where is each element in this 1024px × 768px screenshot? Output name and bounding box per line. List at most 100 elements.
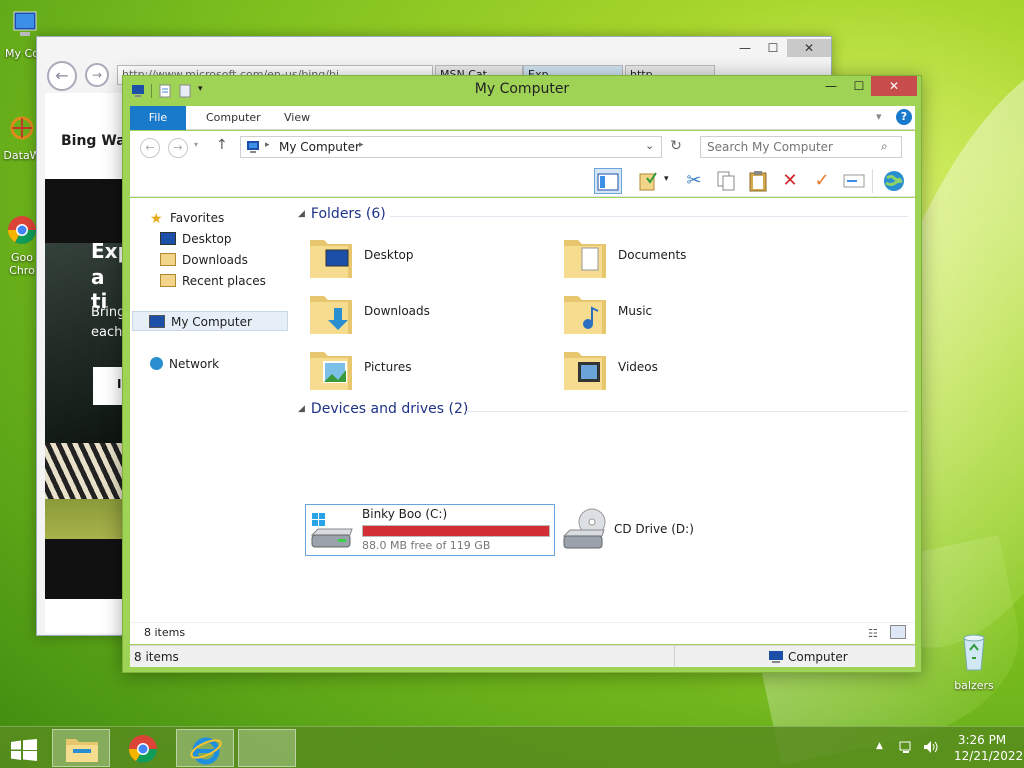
back-button[interactable]: ← <box>140 138 160 158</box>
help-icon[interactable]: ? <box>896 109 912 125</box>
chevron-down-icon[interactable]: ▾ <box>664 174 669 184</box>
preview-pane-button[interactable] <box>594 168 622 194</box>
ie-zebra-image <box>45 443 127 539</box>
breadcrumb-chevron-icon[interactable]: ▸ <box>359 140 364 150</box>
scissors-icon: ✂ <box>686 170 702 191</box>
group-header-folders[interactable]: ◢ Folders (6) <box>298 206 386 222</box>
nav-label: Downloads <box>182 253 248 267</box>
rename-button[interactable] <box>840 168 868 194</box>
volume-icon[interactable] <box>922 739 940 768</box>
close-button[interactable]: ✕ <box>871 76 917 96</box>
nav-my-computer[interactable]: My Computer <box>132 311 288 331</box>
address-toolbar: ← → ▾ ↑ ▸ My Computer ▸ ⌄ ↻ ⌕ <box>130 131 915 165</box>
computer-icon <box>13 11 37 36</box>
forward-button[interactable]: → <box>168 138 188 158</box>
minimize-button[interactable]: — <box>817 76 845 96</box>
nav-favorites[interactable]: ★ Favorites <box>150 208 224 228</box>
folder-pictures-icon <box>310 352 352 390</box>
nav-network[interactable]: Network <box>150 354 219 374</box>
nav-recent-places[interactable]: Recent places <box>160 271 266 291</box>
ie-maximize-button[interactable]: ☐ <box>759 39 787 57</box>
desktop-icon-recycle-bin[interactable]: balzers <box>944 630 1004 692</box>
folder-item-music[interactable]: Music <box>562 288 802 340</box>
search-input[interactable] <box>707 139 877 155</box>
collapse-icon[interactable]: ◢ <box>298 404 305 414</box>
file-explorer-icon <box>66 739 98 762</box>
folder-label: Pictures <box>364 360 412 374</box>
folder-label: Music <box>618 304 653 318</box>
nav-label: Network <box>169 357 220 371</box>
taskbar-blank-app[interactable] <box>238 729 296 767</box>
large-icons-view-icon[interactable] <box>890 625 906 639</box>
address-dropdown-icon[interactable]: ⌄ <box>645 139 654 152</box>
nav-downloads[interactable]: Downloads <box>160 250 248 270</box>
start-button[interactable] <box>0 729 48 767</box>
delete-icon: ✕ <box>782 170 798 191</box>
drive-item-c[interactable]: Binky Boo (C:) 88.0 MB free of 119 GB <box>305 504 555 556</box>
group-header-devices[interactable]: ◢ Devices and drives (2) <box>298 401 468 417</box>
delete-button[interactable]: ✕ <box>776 168 804 194</box>
explorer-window[interactable]: ▾ My Computer — ☐ ✕ File Computer View ▾… <box>122 75 922 673</box>
network-globe-button[interactable] <box>880 168 908 194</box>
computer-icon <box>149 315 165 328</box>
folder-item-downloads[interactable]: Downloads <box>308 288 548 340</box>
up-button[interactable]: ↑ <box>216 137 228 153</box>
checkmark-button[interactable]: ✓ <box>808 168 836 194</box>
collapse-icon[interactable]: ◢ <box>298 209 305 219</box>
network-status-icon[interactable] <box>898 739 914 768</box>
taskbar-file-explorer[interactable] <box>52 729 110 767</box>
ie-minimize-button[interactable]: — <box>731 39 759 57</box>
breadcrumb-chevron-icon[interactable]: ▸ <box>265 140 270 150</box>
paste-button[interactable] <box>744 168 772 194</box>
explorer-titlebar[interactable]: ▾ My Computer — ☐ ✕ <box>123 76 921 104</box>
copy-button[interactable] <box>712 168 740 194</box>
clock[interactable]: 3:26 PM 12/21/2022 <box>954 733 1024 768</box>
preview-pane-icon <box>597 173 619 191</box>
status-item-count: 8 items <box>134 650 179 664</box>
tab-file[interactable]: File <box>130 106 186 130</box>
search-icon[interactable]: ⌕ <box>881 139 888 154</box>
taskbar-internet-explorer[interactable] <box>176 729 234 767</box>
folder-item-desktop[interactable]: Desktop <box>308 232 548 284</box>
recent-places-icon <box>160 274 176 287</box>
maximize-button[interactable]: ☐ <box>845 76 873 96</box>
ie-hero: Exp a ti Bring each I <box>45 239 132 443</box>
drive-name: CD Drive (D:) <box>614 522 694 536</box>
details-bar: 8 items ☷ <box>130 622 915 644</box>
expand-ribbon-icon[interactable]: ▾ <box>876 110 882 123</box>
folder-item-videos[interactable]: Videos <box>562 344 802 396</box>
folder-item-pictures[interactable]: Pictures <box>308 344 548 396</box>
computer-icon <box>769 651 783 663</box>
show-hidden-icons[interactable]: ▲ <box>876 741 883 768</box>
breadcrumb-my-computer[interactable]: My Computer <box>279 140 360 154</box>
command-toolbar: ▾ ✂ ✕ ✓ <box>130 165 915 197</box>
recent-locations-icon[interactable]: ▾ <box>194 140 198 149</box>
taskbar-chrome[interactable] <box>114 729 172 767</box>
downloads-icon <box>160 253 176 266</box>
tab-computer[interactable]: Computer <box>192 106 275 130</box>
refresh-icon[interactable]: ↻ <box>666 138 686 158</box>
drive-item-d[interactable]: CD Drive (D:) <box>562 504 802 556</box>
nav-desktop[interactable]: Desktop <box>160 229 232 249</box>
desktop-icon-label: balzers <box>954 679 994 692</box>
checkmark-icon: ✓ <box>814 170 830 191</box>
folder-videos-icon <box>564 352 606 390</box>
windows-logo-icon <box>11 739 37 761</box>
properties-button[interactable] <box>634 168 662 194</box>
group-header-label: Folders (6) <box>310 206 386 222</box>
clock-time: 3:26 PM <box>957 733 1007 747</box>
clock-date: 12/21/2022 <box>954 749 1024 763</box>
ie-back-button[interactable]: ← <box>47 61 77 91</box>
address-bar[interactable]: ▸ My Computer ▸ ⌄ <box>240 136 662 158</box>
ie-forward-button[interactable]: → <box>85 63 109 87</box>
paste-icon <box>749 171 767 192</box>
ie-close-button[interactable]: ✕ <box>787 39 831 57</box>
search-box[interactable]: ⌕ <box>700 136 902 158</box>
details-view-icon[interactable]: ☷ <box>868 627 878 640</box>
tab-view[interactable]: View <box>270 106 324 130</box>
cd-drive-icon <box>562 508 606 549</box>
status-bar: 8 items Computer <box>130 645 915 668</box>
item-count: 8 items <box>144 626 186 639</box>
folder-item-documents[interactable]: Documents <box>562 232 802 284</box>
cut-button[interactable]: ✂ <box>680 168 708 194</box>
